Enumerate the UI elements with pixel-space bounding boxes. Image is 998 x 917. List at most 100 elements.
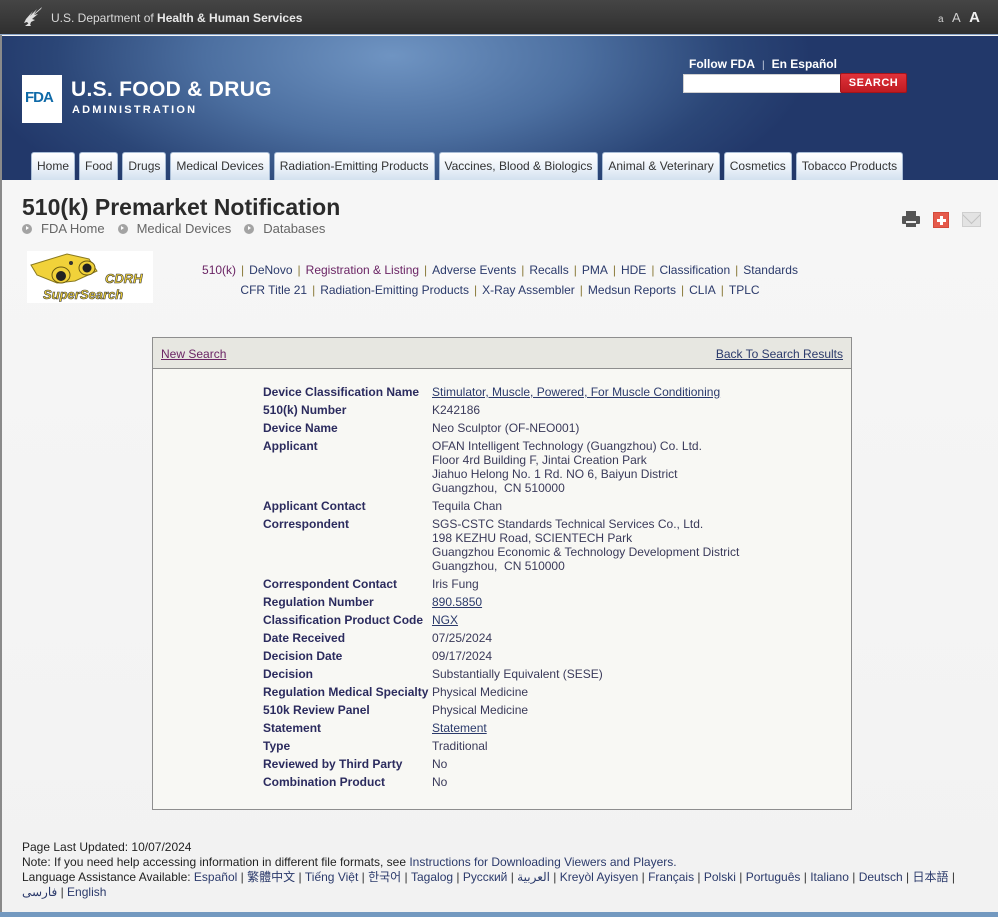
search-button[interactable]: SEARCH [840, 73, 907, 93]
db-link-registration-listing[interactable]: Registration & Listing [306, 263, 419, 277]
database-links-row1: 510(k) | DeNovo | Registration & Listing | Adv… [160, 260, 840, 280]
nav-tab-drugs[interactable]: Drugs [122, 152, 167, 180]
db-link-hde[interactable]: HDE [621, 263, 646, 277]
hhs-eagle-icon[interactable] [22, 6, 44, 28]
language-link[interactable]: 繁體中文 [247, 870, 295, 884]
language-link[interactable]: Русский [463, 870, 508, 884]
page-tools [902, 210, 981, 228]
nav-tab-cosmetics[interactable]: Cosmetics [723, 152, 792, 180]
db-link-xray-assembler[interactable]: X-Ray Assembler [482, 283, 575, 297]
language-link[interactable]: Kreyòl Ayisyen [560, 870, 639, 884]
nav-tab-tobacco-products[interactable]: Tobacco Products [795, 152, 904, 180]
language-link[interactable]: Español [194, 870, 237, 884]
nav-tab-home[interactable]: Home [31, 152, 76, 180]
detail-value: Iris Fung [432, 577, 739, 595]
db-link-medsun-reports[interactable]: Medsun Reports [588, 283, 676, 297]
detail-value-line: Physical Medicine [432, 703, 529, 717]
separator: | [800, 870, 811, 884]
hhs-text-prefix: U.S. Department of [51, 11, 158, 25]
language-link[interactable]: Tiếng Việt [305, 870, 358, 884]
breadcrumb-medical-devices[interactable]: Medical Devices [117, 221, 231, 236]
detail-value: Tequila Chan [432, 499, 739, 517]
nav-tab-radiation-emitting-products[interactable]: Radiation-Emitting Products [273, 152, 435, 180]
fda-logo[interactable]: FDA [22, 75, 62, 123]
db-link-radiation-emitting-products[interactable]: Radiation-Emitting Products [320, 283, 469, 297]
language-link[interactable]: Italiano [810, 870, 849, 884]
language-link[interactable]: العربية [517, 870, 550, 884]
language-link[interactable]: فارسی [22, 885, 57, 899]
detail-value: Substantially Equivalent (SESE) [432, 667, 739, 685]
db-link-denovo[interactable]: DeNovo [249, 263, 292, 277]
instructions-downloading-viewers-link[interactable]: Instructions for Downloading Viewers and… [409, 855, 676, 869]
db-link-tplc[interactable]: TPLC [729, 283, 760, 297]
follow-fda-link[interactable]: Follow FDA [689, 57, 755, 71]
detail-value-line: Floor 4rd Building F, Jintai Creation Pa… [432, 453, 647, 467]
separator: | [312, 283, 316, 297]
detail-value-link[interactable]: NGX [432, 613, 739, 627]
back-to-search-results-link[interactable]: Back To Search Results [716, 347, 843, 361]
nav-tab-medical-devices[interactable]: Medical Devices [170, 152, 270, 180]
language-link[interactable]: 日本語 [913, 870, 949, 884]
separator: | [358, 870, 369, 884]
detail-value: SGS-CSTC Standards Technical Services Co… [432, 517, 739, 577]
hhs-link[interactable]: U.S. Department of Health & Human Servic… [51, 11, 302, 25]
en-espanol-link[interactable]: En Español [772, 57, 837, 71]
breadcrumb-label: Databases [263, 221, 326, 236]
nav-tab-animal-veterinary[interactable]: Animal & Veterinary [602, 152, 720, 180]
detail-label: Regulation Number [263, 595, 374, 609]
new-search-link[interactable]: New Search [161, 347, 226, 361]
separator: | [902, 870, 913, 884]
cdrh-supersearch-logo[interactable]: CDRH SuperSearch [27, 251, 153, 303]
language-link[interactable]: Deutsch [859, 870, 903, 884]
language-link[interactable]: Tagalog [411, 870, 453, 884]
detail-value-line: 09/17/2024 [432, 649, 493, 663]
db-link-pma[interactable]: PMA [582, 263, 608, 277]
detail-label: Reviewed by Third Party [263, 757, 403, 771]
detail-value-link[interactable]: Stimulator, Muscle, Powered, For Muscle … [432, 385, 739, 399]
separator: | [521, 263, 525, 277]
detail-value-link[interactable]: Statement [432, 721, 739, 735]
detail-label: Device Name [263, 421, 338, 435]
breadcrumb-databases[interactable]: Databases [244, 221, 325, 236]
db-link-recalls[interactable]: Recalls [529, 263, 568, 277]
print-icon[interactable] [902, 210, 920, 228]
fda-title[interactable]: U.S. FOOD & DRUG [71, 78, 272, 102]
db-link-cfr-title-21[interactable]: CFR Title 21 [240, 283, 307, 297]
hhs-bar: U.S. Department of Health & Human Servic… [0, 0, 998, 35]
nav-tab-food[interactable]: Food [79, 152, 119, 180]
language-assistance-label: Language Assistance Available: [22, 870, 194, 884]
language-link[interactable]: Français [648, 870, 694, 884]
detail-value-line: Tequila Chan [432, 499, 503, 513]
detail-value-link[interactable]: 890.5850 [432, 595, 739, 609]
main-nav: Home Food Drugs Medical Devices Radiatio… [31, 152, 904, 180]
db-link-510k[interactable]: 510(k) [202, 263, 236, 277]
db-link-classification[interactable]: Classification [659, 263, 730, 277]
email-icon[interactable] [962, 212, 981, 227]
language-link[interactable]: English [67, 885, 106, 899]
separator: | [848, 870, 859, 884]
db-link-standards[interactable]: Standards [743, 263, 798, 277]
chevron-right-icon [117, 223, 128, 234]
text-size-small-button[interactable]: a [938, 14, 944, 25]
text-size-medium-button[interactable]: A [952, 10, 961, 25]
nav-tab-vaccines-blood-biologics[interactable]: Vaccines, Blood & Biologics [438, 152, 599, 180]
language-link[interactable]: 한국어 [368, 870, 401, 884]
text-size-large-button[interactable]: A [969, 9, 980, 26]
detail-label: Decision Date [263, 649, 343, 663]
detail-row: Device Name Neo Sculptor (OF-NEO001) [263, 421, 739, 439]
file-format-note: Note: If you need help accessing informa… [22, 855, 987, 870]
detail-value: No [432, 757, 739, 775]
language-link[interactable]: Português [746, 870, 801, 884]
database-links-row2: CFR Title 21 | Radiation-Emitting Products… [160, 280, 840, 300]
separator: | [680, 283, 685, 297]
separator: | [735, 263, 739, 277]
separator: | [401, 870, 411, 884]
breadcrumb-fda-home[interactable]: FDA Home [22, 221, 105, 236]
add-share-icon[interactable] [933, 212, 949, 228]
detail-row: Reviewed by Third Party No [263, 757, 739, 775]
db-link-adverse-events[interactable]: Adverse Events [432, 263, 516, 277]
search-input[interactable] [683, 74, 841, 93]
language-link[interactable]: Polski [704, 870, 736, 884]
separator: | [651, 263, 655, 277]
db-link-clia[interactable]: CLIA [689, 283, 716, 297]
